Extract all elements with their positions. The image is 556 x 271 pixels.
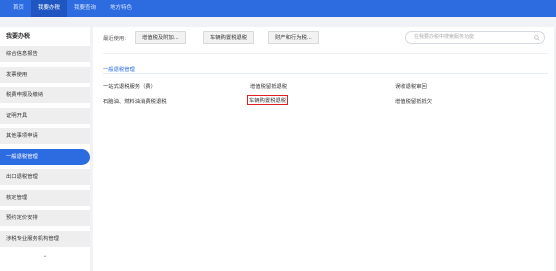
nav-home[interactable]: 首页: [6, 0, 31, 17]
sidebar-title: 我要办税: [6, 33, 31, 40]
link-fuel-consumption-refund[interactable]: 石脑油、燃料油消费税退税: [103, 97, 167, 105]
sidebar-item-general-refund[interactable]: 一般退税管理: [0, 148, 90, 166]
sidebar-item-pricing[interactable]: 预约定价安排: [0, 210, 90, 227]
sidebar-item-agency[interactable]: 涉税专业服务机构管理: [0, 230, 90, 248]
section-underline: [103, 73, 548, 74]
link-mistaken-refund[interactable]: 误收退税审回: [395, 82, 427, 90]
search-input[interactable]: 在我要办税中搜索服务功能: [405, 31, 545, 44]
recent-item-property-tax[interactable]: 财产和行为税...: [268, 31, 319, 44]
recent-item-vat-surcharge[interactable]: 增值税及附加...: [135, 31, 186, 44]
sidebar-item-declaration[interactable]: 税费申报及缴纳: [0, 87, 90, 104]
search-placeholder: 在我要办税中搜索服务功能: [414, 34, 475, 40]
section-title: 一般退税管理: [103, 67, 135, 73]
nav-query[interactable]: 我要查询: [67, 0, 103, 17]
link-vat-credit-refund[interactable]: 增值税留抵退税: [250, 82, 287, 90]
main-panel: 最近使用: 增值税及附加... 车辆购置税退税 财产和行为税... 在我要办税中…: [93, 27, 554, 271]
sidebar-item-info-report[interactable]: 综合信息报告: [0, 46, 90, 63]
search-icon[interactable]: [534, 35, 540, 41]
nav-local-features[interactable]: 地方特色: [103, 0, 139, 17]
recent-item-vehicle-tax-refund[interactable]: 车辆购置税退税: [203, 31, 255, 44]
expand-more-icon[interactable]: ⌄: [0, 252, 90, 259]
nav-tax-handling[interactable]: 我要办税: [31, 0, 68, 17]
link-vehicle-tax-refund[interactable]: 车辆购置税退税: [247, 95, 289, 105]
sidebar: 我要办税 综合信息报告 发票使用 税费申报及缴纳 证明开具 其他事项申请 一般退…: [0, 27, 90, 271]
divider: [103, 53, 548, 54]
sidebar-item-export-refund[interactable]: 出口退税管理: [0, 169, 90, 186]
link-one-stop-refund[interactable]: 一站式退税服务（费）: [103, 82, 156, 90]
sidebar-item-invoice[interactable]: 发票使用: [0, 66, 90, 84]
top-navigation: 首页 我要办税 我要查询 地方特色: [0, 0, 556, 17]
sidebar-item-certificate[interactable]: 证明开具: [0, 107, 90, 125]
link-vat-credit-offset[interactable]: 增值税留抵抵欠: [395, 97, 432, 105]
sidebar-item-other-requests[interactable]: 其他事项申请: [0, 128, 90, 145]
sidebar-item-assessment[interactable]: 核定管理: [0, 189, 90, 207]
recent-label: 最近使用:: [103, 36, 126, 42]
